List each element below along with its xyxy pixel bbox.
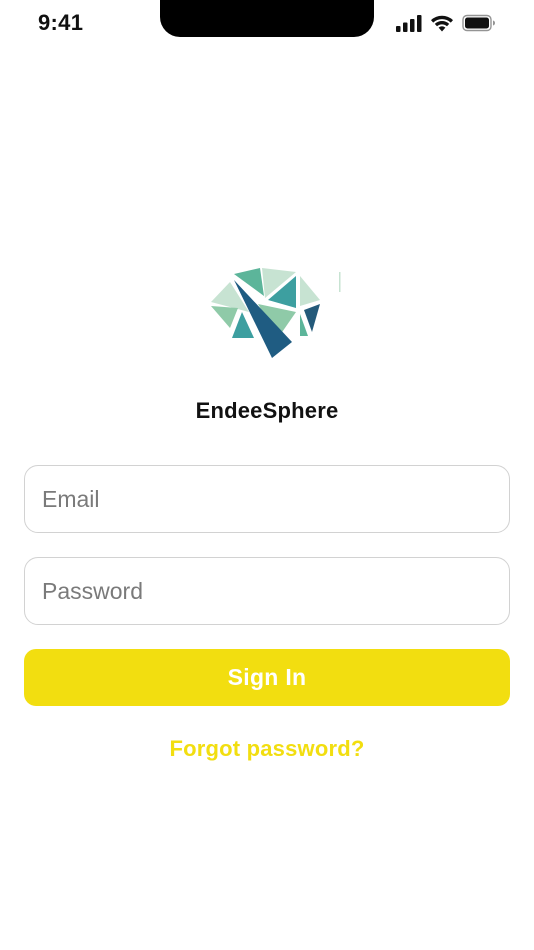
password-field[interactable] [25, 558, 509, 624]
app-logo [208, 266, 344, 362]
email-field[interactable] [25, 466, 509, 532]
status-icons [396, 14, 496, 32]
faceted-brain-logo-icon [211, 268, 341, 358]
password-field-container [24, 557, 510, 625]
battery-icon [462, 14, 496, 32]
status-time: 9:41 [38, 10, 84, 35]
device-notch [160, 0, 374, 37]
forgot-password-link[interactable]: Forgot password? [0, 736, 534, 762]
sign-in-button[interactable]: Sign In [24, 649, 510, 706]
wifi-icon [430, 14, 454, 32]
cellular-signal-icon [396, 14, 422, 32]
email-field-container [24, 465, 510, 533]
status-bar: 9:41 [0, 0, 534, 48]
app-name: EndeeSphere [195, 398, 339, 423]
